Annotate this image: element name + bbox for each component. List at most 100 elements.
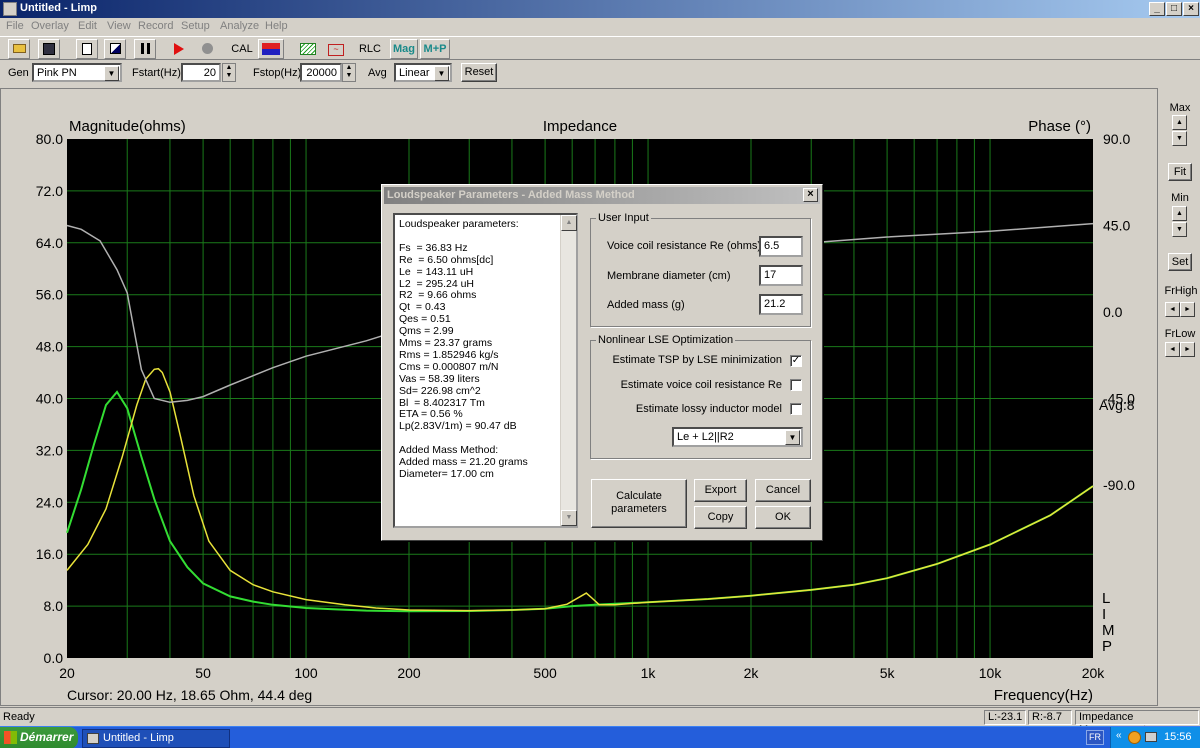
parameters-textbox[interactable]: ▲ ▼ Loudspeaker parameters: Fs = 36.83 Hz…	[393, 213, 578, 528]
minimize-button[interactable]: _	[1149, 2, 1165, 16]
calculate-parameters-button[interactable]: Calculate parameters	[591, 479, 687, 528]
max-down-button[interactable]: ▼	[1172, 131, 1187, 146]
added-mass-input[interactable]: 21.2	[759, 294, 803, 315]
stop-button[interactable]	[196, 39, 218, 59]
frhigh-right-button[interactable]: ►	[1180, 302, 1195, 317]
language-indicator[interactable]: FR	[1086, 730, 1104, 745]
frhigh-label: FrHigh	[1164, 285, 1198, 297]
gen-value: Pink PN	[37, 67, 77, 79]
min-down-button[interactable]: ▼	[1172, 222, 1187, 237]
avg-label: Avg	[368, 67, 387, 79]
menu-analyze[interactable]: Analyze	[220, 20, 259, 32]
diameter-input[interactable]: 17	[759, 265, 803, 286]
inductor-model-select[interactable]: Le + L2||R2 ▼	[672, 427, 803, 447]
menu-overlay[interactable]: Overlay	[31, 20, 69, 32]
min-up-button[interactable]: ▲	[1172, 206, 1187, 221]
menu-help[interactable]: Help	[265, 20, 288, 32]
ok-button[interactable]: OK	[755, 506, 811, 529]
parameter-line: Vas = 58.39 liters	[399, 372, 480, 385]
calculate-line2: parameters	[611, 503, 667, 515]
menu-file[interactable]: File	[6, 20, 24, 32]
cancel-button[interactable]: Cancel	[755, 479, 811, 502]
chevron-down-icon[interactable]: ▼	[104, 66, 119, 81]
play-button[interactable]	[168, 39, 190, 59]
avg-select[interactable]: Linear ▼	[394, 63, 452, 82]
fstart-spinner[interactable]: ▲ ▼	[222, 63, 236, 82]
lse-minimization-checkbox[interactable]: ✓	[790, 355, 802, 367]
reset-button[interactable]: Reset	[461, 63, 497, 82]
gen-select[interactable]: Pink PN ▼	[32, 63, 122, 82]
y-tick-label: 32.0	[36, 442, 63, 458]
save-button[interactable]	[38, 39, 60, 59]
menu-setup[interactable]: Setup	[181, 20, 210, 32]
start-button[interactable]: Démarrer	[0, 727, 78, 748]
impedance-view-button[interactable]	[296, 39, 320, 59]
min-label: Min	[1171, 192, 1189, 204]
folder-icon	[12, 44, 26, 53]
set-button[interactable]: Set	[1168, 253, 1192, 271]
parameter-line: Qt = 0.43	[399, 301, 446, 314]
clock[interactable]: 15:56	[1164, 731, 1192, 743]
close-button[interactable]: ×	[1183, 2, 1199, 16]
parameter-line: Lp(2.83V/1m) = 90.47 dB	[399, 420, 517, 433]
dialog-close-button[interactable]: ×	[803, 188, 818, 202]
frlow-left-button[interactable]: ◄	[1165, 342, 1180, 357]
dialog-title: Loudspeaker Parameters - Added Mass Meth…	[387, 189, 635, 201]
copy-button[interactable]	[76, 39, 98, 59]
scroll-down-icon[interactable]: ▼	[561, 510, 577, 526]
waveform-icon: ~	[328, 44, 344, 56]
monitor-icon[interactable]	[1145, 732, 1157, 742]
fstop-input[interactable]: 20000	[300, 63, 342, 82]
export-button[interactable]: Export	[694, 479, 747, 502]
max-up-button[interactable]: ▲	[1172, 115, 1187, 130]
parameter-line: Qes = 0.51	[399, 313, 451, 326]
calibration-icon	[262, 43, 280, 55]
fit-button[interactable]: Fit	[1168, 163, 1192, 181]
pause-button[interactable]	[134, 39, 156, 59]
fstart-input[interactable]: 20	[181, 63, 221, 82]
rlc-button[interactable]: RLC	[356, 39, 384, 59]
vertical-scrollbar[interactable]: ▲ ▼	[560, 215, 577, 526]
chevron-left-icon[interactable]: «	[1116, 730, 1122, 741]
y-tick-label: 24.0	[36, 494, 63, 510]
parameter-line: Bl = 8.402317 Tm	[399, 396, 485, 409]
y-axis-title: Magnitude(ohms)	[69, 118, 186, 135]
menu-record[interactable]: Record	[138, 20, 173, 32]
re-input[interactable]: 6.5	[759, 236, 803, 257]
chevron-down-icon[interactable]: ▼	[785, 430, 800, 445]
user-input-title: User Input	[596, 212, 651, 224]
re-estimate-label: Estimate voice coil resistance Re	[620, 379, 782, 391]
graph-icon	[300, 43, 316, 55]
fstop-spinner[interactable]: ▲ ▼	[342, 63, 356, 82]
app-icon	[3, 2, 17, 16]
chevron-down-icon[interactable]: ▼	[434, 66, 449, 81]
parameter-line: Cms = 0.000807 m/N	[399, 360, 499, 373]
y-tick-label: 16.0	[36, 546, 63, 562]
added-mass-label: Added mass (g)	[607, 299, 685, 311]
mag-phase-button[interactable]: M+P	[420, 39, 450, 59]
mag-button[interactable]: Mag	[390, 39, 418, 59]
waveform-button[interactable]: ~	[324, 39, 348, 59]
open-button[interactable]	[8, 39, 30, 59]
lossy-inductor-checkbox[interactable]	[790, 403, 802, 415]
frhigh-left-button[interactable]: ◄	[1165, 302, 1180, 317]
scroll-up-icon[interactable]: ▲	[561, 215, 577, 231]
app-icon	[87, 733, 99, 744]
taskbar-item-limp[interactable]: Untitled - Limp	[82, 729, 230, 748]
re-estimate-checkbox[interactable]	[790, 379, 802, 391]
calibration-view-button[interactable]	[258, 39, 284, 59]
cursor-readout: Cursor: 20.00 Hz, 18.65 Ohm, 44.4 deg	[67, 687, 312, 703]
parameter-line: Re = 6.50 ohms[dc]	[399, 253, 494, 266]
title-bar: Untitled - Limp _ □ ×	[0, 0, 1200, 18]
y-tick-label: 56.0	[36, 287, 63, 303]
cal-button[interactable]: CAL	[228, 39, 256, 59]
overlay-button[interactable]	[104, 39, 126, 59]
menu-view[interactable]: View	[107, 20, 131, 32]
average-count: Avg:8	[1099, 397, 1135, 413]
copy-params-button[interactable]: Copy	[694, 506, 747, 529]
update-icon[interactable]	[1128, 731, 1141, 744]
frlow-right-button[interactable]: ►	[1180, 342, 1195, 357]
play-icon	[174, 43, 184, 55]
menu-edit[interactable]: Edit	[78, 20, 97, 32]
maximize-button[interactable]: □	[1166, 2, 1182, 16]
